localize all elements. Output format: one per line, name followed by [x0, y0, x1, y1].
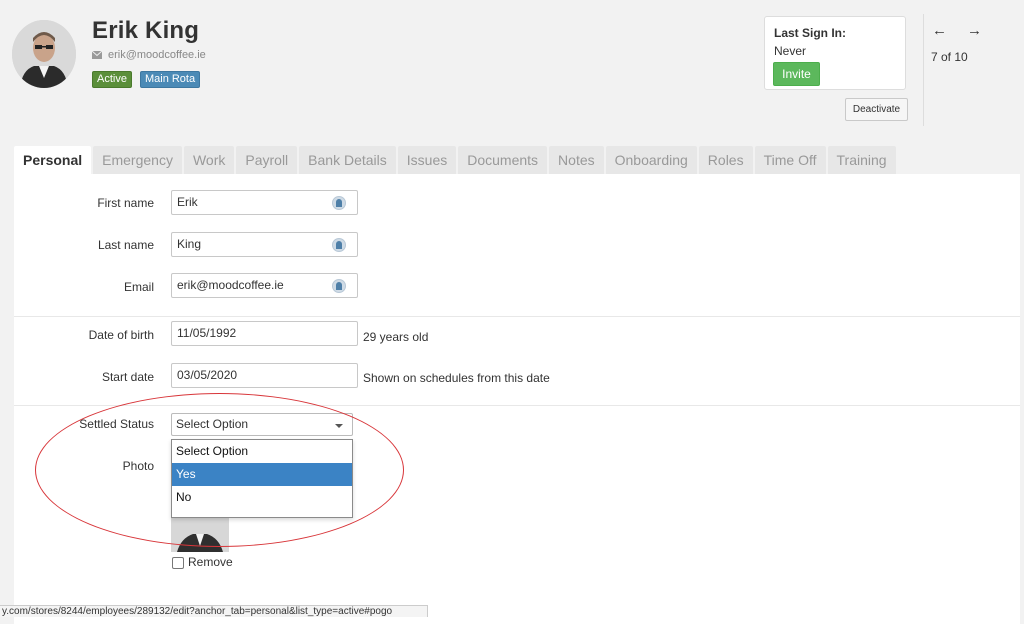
- last-name-value: King: [177, 237, 202, 251]
- last-signin-value: Never: [774, 44, 807, 58]
- status-bar-url: y.com/stores/8244/employees/289132/edit?…: [0, 605, 428, 617]
- tab-documents[interactable]: Documents: [458, 146, 548, 174]
- start-date-value: 03/05/2020: [177, 368, 238, 382]
- tab-time-off[interactable]: Time Off: [754, 146, 826, 174]
- pager-text: 7 of 10: [931, 50, 968, 64]
- tab-roles[interactable]: Roles: [698, 146, 753, 174]
- employee-name: Erik King: [92, 17, 200, 44]
- tab-work[interactable]: Work: [183, 146, 235, 174]
- employee-email: erik@moodcoffee.ie: [108, 49, 206, 61]
- dob-input[interactable]: 11/05/1992: [171, 321, 358, 346]
- start-date-input[interactable]: 03/05/2020: [171, 363, 358, 388]
- tab-issues[interactable]: Issues: [397, 146, 457, 174]
- remove-photo-checkbox[interactable]: [172, 557, 184, 569]
- email-row: erik@moodcoffee.ie: [92, 49, 206, 61]
- tab-bar: Personal Emergency Work Payroll Bank Det…: [14, 146, 898, 174]
- start-date-label: Start date: [101, 370, 154, 384]
- last-name-input[interactable]: King: [171, 232, 358, 257]
- dob-value: 11/05/1992: [177, 326, 237, 340]
- section-divider: [14, 316, 1020, 317]
- tab-training[interactable]: Training: [827, 146, 896, 174]
- tab-bank-details[interactable]: Bank Details: [299, 146, 396, 174]
- status-badge-active: Active: [92, 71, 132, 88]
- autofill-icon: [332, 279, 346, 293]
- invite-button[interactable]: Invite: [773, 62, 820, 86]
- avatar-photo: [12, 20, 76, 88]
- first-name-value: Erik: [177, 195, 198, 209]
- autofill-icon: [332, 196, 346, 210]
- prev-arrow-icon[interactable]: ←: [932, 22, 947, 39]
- dob-hint: 29 years old: [363, 330, 429, 344]
- badge-row: Active Main Rota: [92, 71, 201, 88]
- last-signin-card: Last Sign In: Never Invite: [764, 16, 906, 90]
- header-divider: [923, 14, 924, 126]
- dob-label: Date of birth: [88, 328, 154, 342]
- email-value: erik@moodcoffee.ie: [177, 278, 284, 292]
- tab-onboarding[interactable]: Onboarding: [605, 146, 697, 174]
- remove-photo-label: Remove: [188, 555, 233, 569]
- avatar: [12, 20, 76, 88]
- tab-personal[interactable]: Personal: [14, 146, 92, 174]
- first-name-label: First name: [97, 196, 154, 210]
- next-arrow-icon[interactable]: →: [967, 22, 982, 39]
- email-input[interactable]: erik@moodcoffee.ie: [171, 273, 358, 298]
- envelope-icon: [92, 51, 102, 59]
- email-label: Email: [123, 280, 154, 294]
- first-name-input[interactable]: Erik: [171, 190, 358, 215]
- tab-notes[interactable]: Notes: [549, 146, 604, 174]
- start-date-hint: Shown on schedules from this date: [363, 371, 550, 385]
- tab-payroll[interactable]: Payroll: [236, 146, 298, 174]
- autofill-icon: [332, 238, 346, 252]
- last-name-label: Last name: [97, 238, 154, 252]
- deactivate-button[interactable]: Deactivate: [845, 98, 908, 121]
- last-signin-title: Last Sign In:: [774, 26, 846, 40]
- tab-emergency[interactable]: Emergency: [93, 146, 182, 174]
- annotation-ellipse: [35, 393, 404, 547]
- rota-badge: Main Rota: [139, 71, 201, 88]
